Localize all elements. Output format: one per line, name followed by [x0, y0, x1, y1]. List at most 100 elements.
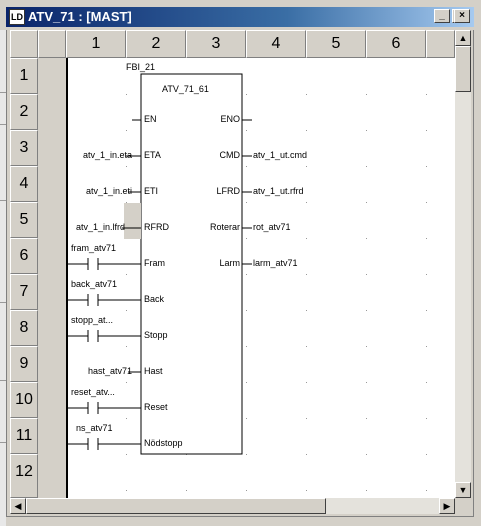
grid-dot — [426, 94, 427, 95]
horizontal-scroll-thumb[interactable] — [26, 498, 326, 514]
grid-dot — [306, 94, 307, 95]
grid-dot — [306, 274, 307, 275]
pin-larm: Larm — [219, 258, 240, 268]
row-header-7[interactable]: 7 — [10, 274, 38, 310]
grid-dot — [366, 238, 367, 239]
scroll-right-button[interactable]: ▶ — [439, 498, 455, 514]
row-header-2[interactable]: 2 — [10, 94, 38, 130]
var-eta[interactable]: atv_1_in.eta — [66, 150, 132, 161]
var-roterar[interactable]: rot_atv71 — [253, 222, 291, 233]
contact-back — [67, 294, 141, 306]
row-header-6[interactable]: 6 — [10, 238, 38, 274]
pin-eta: ETA — [144, 150, 161, 160]
grid-dot — [126, 346, 127, 347]
scroll-down-button[interactable]: ▼ — [455, 482, 471, 498]
ladder-diagram — [66, 58, 427, 498]
contact-ns — [67, 438, 141, 450]
var-cmd[interactable]: atv_1_ut.cmd — [253, 150, 307, 161]
fbi-type-name: ATV_71_61 — [162, 84, 209, 94]
grid-dot — [126, 166, 127, 167]
grid-dot — [246, 130, 247, 131]
row-header-8[interactable]: 8 — [10, 310, 38, 346]
grid-dot — [126, 202, 127, 203]
column-header-3[interactable]: 3 — [186, 30, 246, 58]
grid-dot — [126, 274, 127, 275]
grid-dot — [126, 310, 127, 311]
contact-label-back[interactable]: back_atv71 — [71, 279, 117, 290]
column-header-5[interactable]: 5 — [306, 30, 366, 58]
contact-label-reset[interactable]: reset_atv... — [71, 387, 115, 398]
grid-dot — [366, 166, 367, 167]
grid-dot — [246, 238, 247, 239]
grid-dot — [366, 130, 367, 131]
rung-gutter — [38, 58, 66, 498]
grid-dot — [426, 418, 427, 419]
vertical-scroll-thumb[interactable] — [455, 46, 471, 92]
column-header-4[interactable]: 4 — [246, 30, 306, 58]
pin-lfrd: LFRD — [216, 186, 240, 196]
var-out-lfrd[interactable]: atv_1_ut.rfrd — [253, 186, 304, 197]
window-title: ATV_71 : [MAST] — [28, 9, 132, 24]
grid-dot — [366, 490, 367, 491]
pin-rfrd: RFRD — [144, 222, 169, 232]
grid-dot — [366, 454, 367, 455]
column-header-1[interactable]: 1 — [66, 30, 126, 58]
var-lfrd[interactable]: atv_1_in.lfrd — [66, 222, 125, 233]
grid-dot — [426, 238, 427, 239]
grid-dot — [186, 490, 187, 491]
var-hast[interactable]: hast_atv71 — [66, 366, 132, 377]
var-eti[interactable]: atv_1_in.eti — [66, 186, 132, 197]
grid-dot — [126, 454, 127, 455]
column-header-2[interactable]: 2 — [126, 30, 186, 58]
grid-dot — [246, 454, 247, 455]
close-button[interactable]: × — [454, 9, 470, 23]
contact-label-ns[interactable]: ns_atv71 — [76, 423, 113, 434]
grid-dot — [366, 382, 367, 383]
grid-dot — [426, 166, 427, 167]
column-header-6[interactable]: 6 — [366, 30, 426, 58]
title-bar[interactable]: LD ATV_71 : [MAST] _ □ × — [0, 0, 481, 30]
row-header-5[interactable]: 5 — [10, 202, 38, 238]
row-header-12[interactable]: 12 — [10, 454, 38, 498]
grid-dot — [306, 202, 307, 203]
pin-roterar: Roterar — [209, 222, 240, 232]
pin-stopp: Stopp — [144, 330, 168, 340]
row-header-11[interactable]: 11 — [10, 418, 38, 454]
grid-dot — [246, 274, 247, 275]
contact-label-stopp[interactable]: stopp_at... — [71, 315, 113, 326]
grid-dot — [426, 202, 427, 203]
row-header-4[interactable]: 4 — [10, 166, 38, 202]
pin-fram: Fram — [144, 258, 165, 268]
grid-dot — [306, 238, 307, 239]
grid-corner — [10, 30, 38, 58]
minimize-button[interactable]: _ — [434, 9, 450, 23]
vertical-scrollbar[interactable]: ▲ ▼ — [455, 30, 471, 498]
grid-dot — [126, 94, 127, 95]
title-bar-gradient: LD ATV_71 : [MAST] _ □ — [6, 7, 474, 27]
column-header-blank — [38, 30, 66, 58]
selected-cell-highlight — [124, 203, 141, 239]
size-grip[interactable] — [455, 498, 471, 514]
grid-dot — [246, 382, 247, 383]
row-header-3[interactable]: 3 — [10, 130, 38, 166]
grid-dot — [126, 490, 127, 491]
horizontal-scrollbar[interactable]: ◀ ▶ — [10, 498, 455, 514]
contact-label-fram[interactable]: fram_atv71 — [71, 243, 116, 254]
grid-dot — [246, 418, 247, 419]
scroll-left-button[interactable]: ◀ — [10, 498, 26, 514]
row-header-1[interactable]: 1 — [10, 58, 38, 94]
grid-dot — [306, 454, 307, 455]
contact-stopp — [67, 330, 141, 342]
row-header-10[interactable]: 10 — [10, 382, 38, 418]
ladder-canvas[interactable]: FBI_21 ATV_71_61 EN ETA ETI RFRD Fram Ba… — [66, 58, 455, 498]
grid-dot — [426, 454, 427, 455]
scroll-up-button[interactable]: ▲ — [455, 30, 471, 46]
grid-dot — [306, 490, 307, 491]
row-header-9[interactable]: 9 — [10, 346, 38, 382]
fbi-instance-name[interactable]: FBI_21 — [126, 62, 155, 73]
var-larm[interactable]: larm_atv71 — [253, 258, 298, 269]
grid-dot — [426, 490, 427, 491]
column-header-partial[interactable] — [426, 30, 455, 58]
grid-dot — [426, 130, 427, 131]
contact-reset — [67, 402, 141, 414]
